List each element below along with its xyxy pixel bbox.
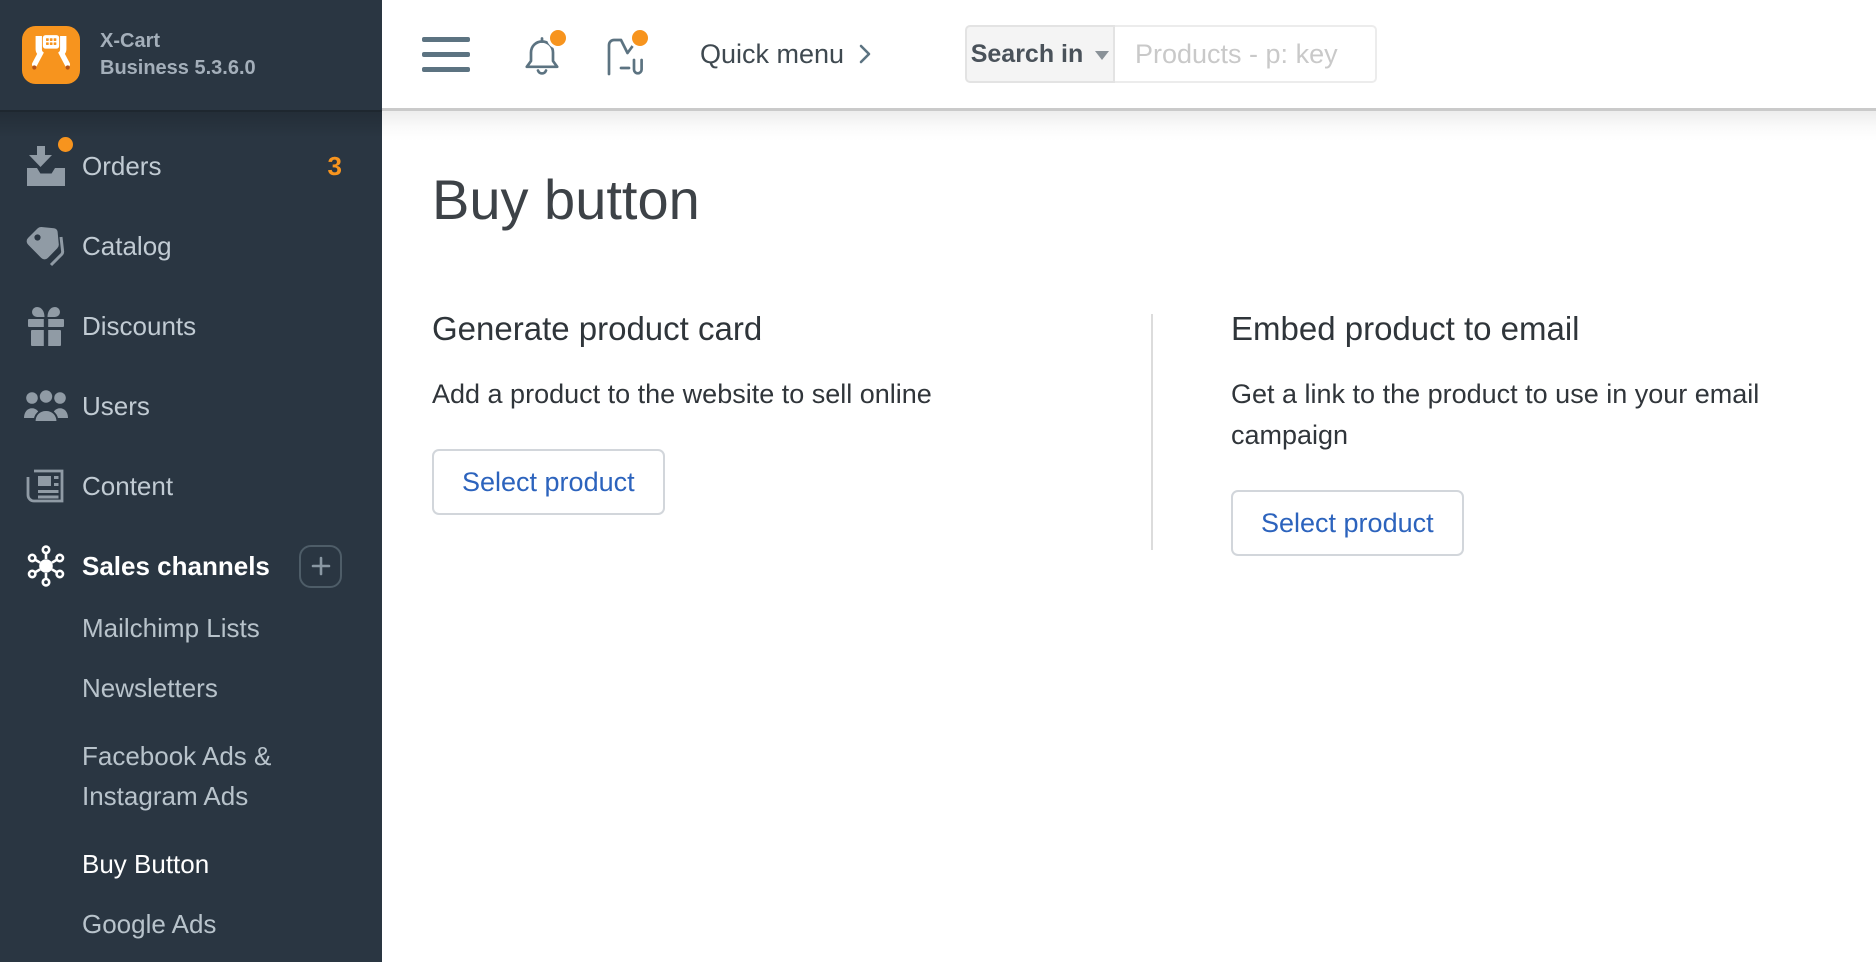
select-product-button-website[interactable]: Select product (432, 449, 665, 515)
sidebar-item-catalog[interactable]: Catalog (0, 206, 382, 286)
section-heading: Generate product card (432, 310, 1151, 348)
xcart-logo-svg (22, 26, 80, 84)
sidebar-subitem-buy-button[interactable]: Buy Button (0, 834, 382, 894)
quick-menu-button[interactable]: Quick menu (700, 39, 872, 70)
sidebar-item-users[interactable]: Users (0, 366, 382, 446)
sales-channels-icon (22, 543, 70, 589)
section-description: Add a product to the website to sell onl… (432, 374, 1151, 415)
sidebar-item-sales-channels[interactable]: Sales channels (0, 526, 382, 606)
sidebar-item-label: Discounts (82, 311, 342, 342)
content-icon (22, 464, 70, 508)
sidebar-subitem-label: Newsletters (82, 668, 218, 708)
quick-menu-label: Quick menu (700, 39, 844, 70)
discounts-icon (22, 304, 70, 348)
sidebar-subitem-label: Buy Button (82, 844, 209, 884)
xcart-logo-icon[interactable] (22, 26, 80, 84)
add-sales-channel-button[interactable] (299, 545, 342, 588)
page-title: Buy button (432, 167, 1876, 232)
sales-channels-submenu: Mailchimp Lists Newsletters Facebook Ads… (0, 598, 382, 954)
search-scope-label: Search in (971, 40, 1084, 69)
brand-name: X-Cart (100, 28, 256, 55)
sidebar-item-label: Sales channels (82, 551, 299, 582)
sidebar-subitem-label: Facebook Ads & Instagram Ads (82, 736, 322, 816)
orders-count-badge: 3 (328, 151, 342, 182)
generate-product-card-section: Generate product card Add a product to t… (432, 310, 1151, 515)
select-product-button-email[interactable]: Select product (1231, 490, 1464, 556)
chevron-right-icon (858, 42, 872, 66)
sidebar-item-orders[interactable]: Orders 3 (0, 126, 382, 206)
sidebar-subitem-label: Google Ads (82, 904, 216, 944)
sidebar-item-label: Content (82, 471, 342, 502)
sidebar-item-label: Catalog (82, 231, 342, 262)
sidebar-nav: Orders 3 Catalog (0, 112, 382, 954)
sidebar: X-Cart Business 5.3.6.0 Orders 3 (0, 0, 382, 962)
content-column: Quick menu Search in Buy button Generate… (382, 0, 1876, 962)
sidebar-header: X-Cart Business 5.3.6.0 (0, 0, 382, 112)
global-search: Search in (965, 25, 1377, 83)
sidebar-item-content[interactable]: Content (0, 446, 382, 526)
stats-dot (632, 30, 648, 46)
caret-down-icon (1095, 51, 1109, 60)
hamburger-icon[interactable] (422, 37, 470, 72)
sidebar-subitem-newsletters[interactable]: Newsletters (0, 658, 382, 718)
orders-icon (22, 144, 70, 188)
main-content: Buy button Generate product card Add a p… (382, 111, 1876, 962)
section-description: Get a link to the product to use in your… (1231, 374, 1763, 456)
section-heading: Embed product to email (1231, 310, 1763, 348)
topbar: Quick menu Search in (382, 0, 1876, 111)
stats-button[interactable] (602, 32, 644, 76)
orders-notification-dot (58, 137, 73, 152)
brand-block: X-Cart Business 5.3.6.0 (100, 28, 256, 82)
users-icon (22, 385, 70, 427)
buy-button-sections: Generate product card Add a product to t… (432, 310, 1876, 556)
catalog-icon (22, 223, 70, 269)
notifications-button[interactable] (522, 32, 562, 76)
sidebar-subitem-google-ads[interactable]: Google Ads (0, 894, 382, 954)
embed-product-email-section: Embed product to email Get a link to the… (1153, 310, 1763, 556)
sidebar-item-label: Orders (82, 151, 328, 182)
search-scope-dropdown[interactable]: Search in (965, 25, 1115, 83)
sidebar-item-label: Users (82, 391, 342, 422)
search-input[interactable] (1115, 25, 1377, 83)
app-window: X-Cart Business 5.3.6.0 Orders 3 (0, 0, 1876, 962)
plus-icon (310, 555, 332, 577)
notifications-dot (550, 30, 566, 46)
brand-edition: Business 5.3.6.0 (100, 55, 256, 82)
sidebar-subitem-label: Mailchimp Lists (82, 608, 260, 648)
sidebar-subitem-facebook-instagram-ads[interactable]: Facebook Ads & Instagram Ads (0, 718, 382, 834)
sidebar-item-discounts[interactable]: Discounts (0, 286, 382, 366)
sidebar-subitem-mailchimp-lists[interactable]: Mailchimp Lists (0, 598, 382, 658)
